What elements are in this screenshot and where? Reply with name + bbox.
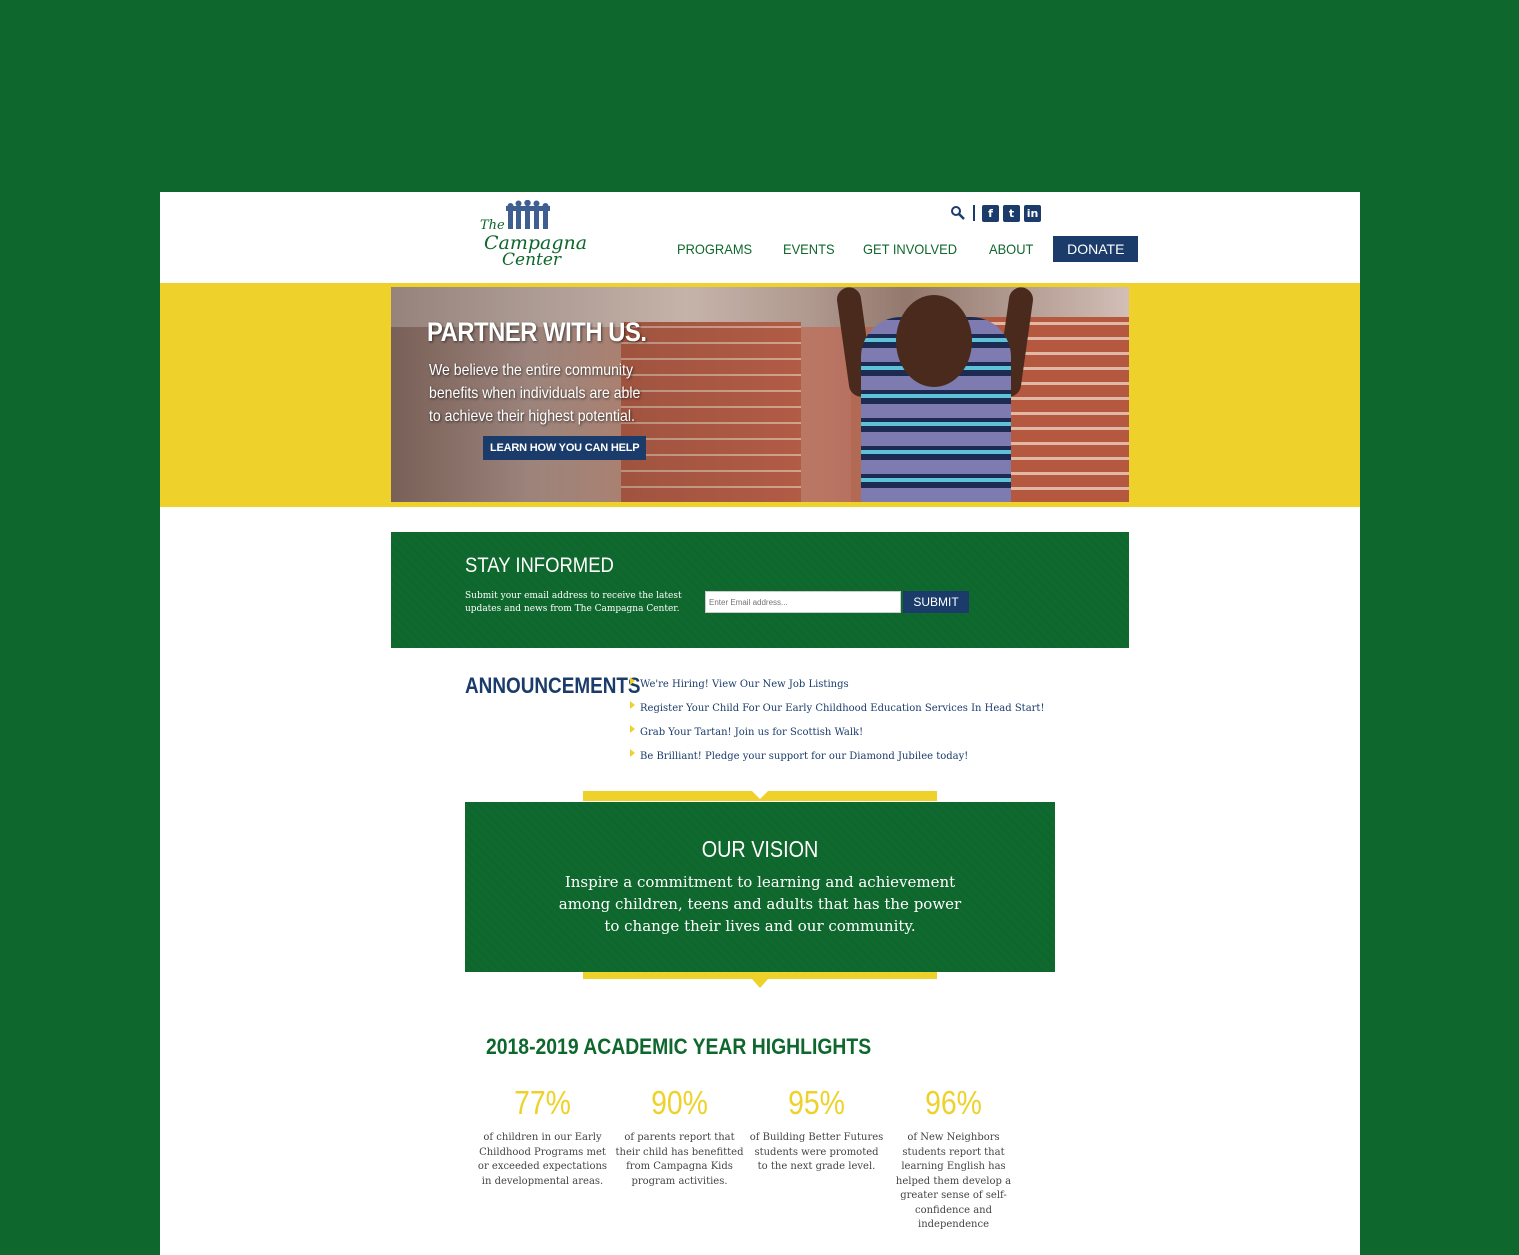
hero-banner: PARTNER WITH US. We believe the entire c… — [391, 287, 1129, 502]
site-header: The Campagna Center f t in PROGRAMS EVEN… — [160, 192, 1360, 283]
stat-description: of New Neighbors students report that le… — [895, 1132, 1012, 1230]
vision-accent-bottom — [583, 972, 937, 979]
hero-title: PARTNER WITH US. — [427, 317, 647, 347]
stat-description: of Building Better Futures students were… — [749, 1132, 884, 1172]
announcement-link[interactable]: Be Brilliant! Pledge your support for ou… — [640, 751, 968, 762]
nav-get-involved[interactable]: GET INVOLVED — [863, 241, 957, 257]
hero-subtitle: We believe the entire community benefits… — [429, 362, 641, 425]
people-logo-icon — [506, 200, 550, 229]
stat-item: 90% of parents report that their child h… — [611, 1086, 748, 1233]
stat-value: 95% — [788, 1084, 845, 1121]
stat-value: 90% — [651, 1084, 708, 1121]
vision-notch-top — [752, 791, 768, 799]
bullet-arrow-icon — [630, 725, 635, 733]
list-item: Grab Your Tartan! Join us for Scottish W… — [630, 722, 1044, 746]
webpage: The Campagna Center f t in PROGRAMS EVEN… — [160, 192, 1360, 1255]
linkedin-icon[interactable]: in — [1024, 204, 1041, 222]
nav-programs[interactable]: PROGRAMS — [677, 241, 752, 257]
stat-value: 96% — [925, 1084, 982, 1121]
facebook-icon[interactable]: f — [982, 204, 999, 222]
list-item: Register Your Child For Our Early Childh… — [630, 698, 1044, 722]
campagna-center-logo[interactable]: The Campagna Center — [478, 200, 587, 272]
highlights-stats: 77% of children in our Early Childhood P… — [474, 1086, 1022, 1233]
bullet-arrow-icon — [630, 677, 635, 685]
learn-how-button[interactable]: LEARN HOW YOU CAN HELP — [483, 436, 647, 460]
announcement-link[interactable]: Grab Your Tartan! Join us for Scottish W… — [640, 727, 863, 738]
logo-text-the: The — [480, 218, 505, 233]
utility-divider — [973, 205, 975, 221]
search-icon[interactable] — [950, 205, 966, 221]
nav-events[interactable]: EVENTS — [783, 241, 835, 257]
announcement-link[interactable]: We're Hiring! View Our New Job Listings — [640, 679, 849, 690]
bullet-arrow-icon — [630, 701, 635, 709]
main-nav: PROGRAMS EVENTS GET INVOLVED ABOUT DONAT… — [677, 236, 1139, 262]
utility-bar: f t in — [950, 204, 1041, 222]
submit-button[interactable]: SUBMIT — [903, 591, 969, 613]
stat-description: of children in our Early Childhood Progr… — [477, 1132, 608, 1187]
nav-about[interactable]: ABOUT — [989, 241, 1033, 257]
vision-text: Inspire a commitment to learning and ach… — [558, 873, 962, 935]
twitter-icon[interactable]: t — [1003, 204, 1020, 222]
announcements-title: ANNOUNCEMENTS — [465, 673, 641, 698]
stay-informed-text: Submit your email address to receive the… — [465, 591, 682, 614]
donate-button[interactable]: DONATE — [1053, 236, 1139, 262]
highlights-title: 2018-2019 ACADEMIC YEAR HIGHLIGHTS — [486, 1034, 872, 1059]
vision-panel: OUR VISION Inspire a commitment to learn… — [465, 802, 1055, 972]
stat-value: 77% — [514, 1084, 571, 1121]
stat-description: of parents report that their child has b… — [615, 1132, 744, 1187]
stay-informed-panel: STAY INFORMED Submit your email address … — [391, 532, 1129, 648]
list-item: We're Hiring! View Our New Job Listings — [630, 674, 1044, 698]
vision-title: OUR VISION — [701, 836, 819, 862]
stay-informed-title: STAY INFORMED — [465, 554, 614, 577]
stat-item: 77% of children in our Early Childhood P… — [474, 1086, 611, 1233]
announcements-list: We're Hiring! View Our New Job Listings … — [630, 674, 1044, 770]
bullet-arrow-icon — [630, 749, 635, 757]
logo-text-center: Center — [502, 250, 562, 270]
vision-notch-bottom — [752, 979, 768, 988]
stat-item: 96% of New Neighbors students report tha… — [885, 1086, 1022, 1233]
stat-item: 95% of Building Better Futures students … — [748, 1086, 885, 1233]
hero-photo-child-face — [896, 295, 972, 387]
announcement-link[interactable]: Register Your Child For Our Early Childh… — [640, 703, 1044, 714]
list-item: Be Brilliant! Pledge your support for ou… — [630, 746, 1044, 770]
email-input[interactable] — [705, 591, 901, 613]
